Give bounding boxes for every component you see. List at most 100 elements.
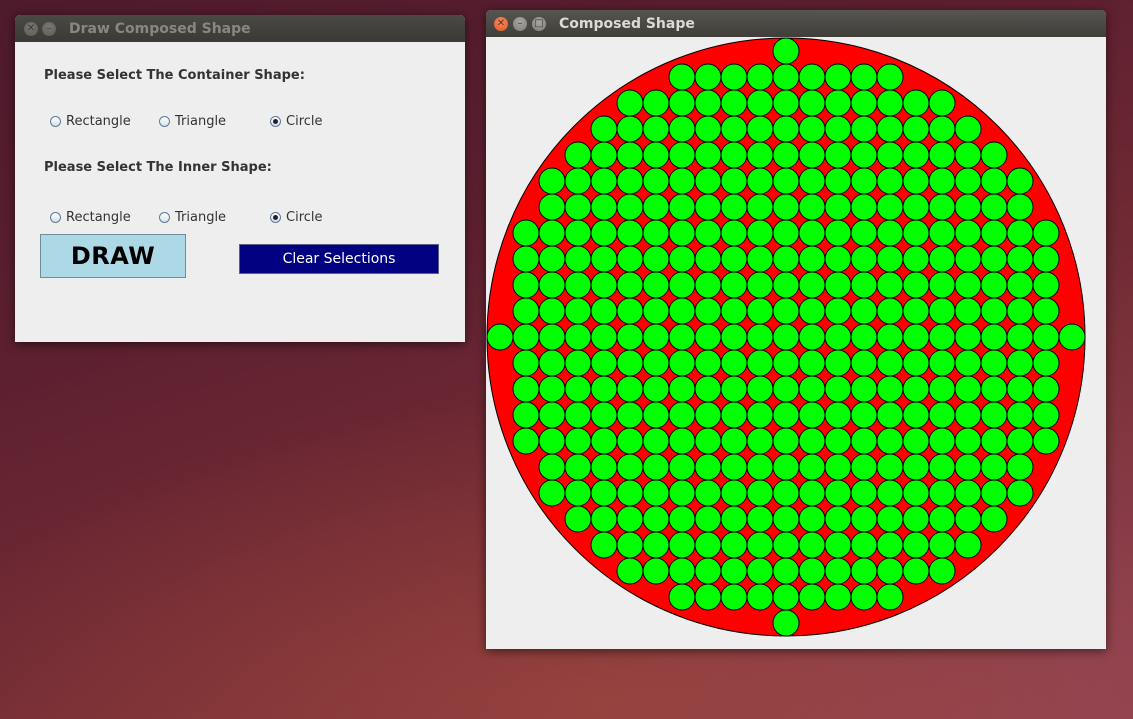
- maximize-icon[interactable]: □: [532, 17, 546, 31]
- inner-circle: [564, 245, 592, 273]
- inner-circle: [720, 323, 748, 351]
- inner-circle: [1032, 271, 1060, 299]
- inner-circle: [616, 89, 644, 117]
- radio-button-icon[interactable]: [159, 116, 170, 127]
- inner-circle: [824, 245, 852, 273]
- inner-circle: [798, 557, 826, 585]
- radio-button-icon[interactable]: [50, 212, 61, 223]
- inner-circle: [1032, 297, 1060, 325]
- inner-circle: [850, 453, 878, 481]
- inner-circle: [876, 453, 904, 481]
- inner-circle: [850, 219, 878, 247]
- inner-circle: [902, 271, 930, 299]
- inner-circle: [564, 349, 592, 377]
- inner-circle: [720, 479, 748, 507]
- inner-circle: [538, 271, 566, 299]
- inner-circle: [694, 557, 722, 585]
- control-window-title: Draw Composed Shape: [69, 21, 251, 37]
- inner-circle: [720, 505, 748, 533]
- inner-radio-rectangle[interactable]: Rectangle: [50, 210, 159, 225]
- radio-button-icon[interactable]: [50, 116, 61, 127]
- container-radio-triangle[interactable]: Triangle: [159, 114, 270, 129]
- inner-circle: [902, 219, 930, 247]
- radio-button-checked-icon[interactable]: [270, 212, 281, 223]
- inner-circle: [798, 375, 826, 403]
- inner-circle: [980, 245, 1008, 273]
- container-radio-circle[interactable]: Circle: [270, 114, 323, 129]
- inner-circle: [746, 219, 774, 247]
- radio-label: Circle: [286, 114, 323, 129]
- close-icon[interactable]: ✕: [24, 22, 38, 36]
- inner-circle: [954, 323, 982, 351]
- inner-circle: [694, 63, 722, 91]
- inner-circle: [798, 141, 826, 169]
- inner-circle: [590, 401, 618, 429]
- minimize-icon[interactable]: –: [42, 22, 56, 36]
- inner-circle: [668, 167, 696, 195]
- inner-circle: [720, 583, 748, 611]
- inner-circle: [616, 505, 644, 533]
- inner-circle: [616, 167, 644, 195]
- inner-circle: [980, 427, 1008, 455]
- inner-circle: [824, 89, 852, 117]
- radio-button-icon[interactable]: [159, 212, 170, 223]
- inner-circle: [694, 167, 722, 195]
- inner-circle: [980, 323, 1008, 351]
- inner-circle: [928, 479, 956, 507]
- inner-circle: [980, 453, 1008, 481]
- inner-circle: [746, 505, 774, 533]
- inner-circle: [564, 297, 592, 325]
- inner-circle: [876, 89, 904, 117]
- inner-circle: [980, 401, 1008, 429]
- inner-circle: [746, 89, 774, 117]
- inner-circle: [538, 427, 566, 455]
- inner-circle: [798, 167, 826, 195]
- inner-circle: [772, 349, 800, 377]
- shape-window-titlebar[interactable]: ✕ – □ Composed Shape: [486, 10, 1106, 37]
- inner-circle: [1032, 375, 1060, 403]
- inner-circle: [928, 245, 956, 273]
- inner-circle: [746, 141, 774, 169]
- inner-circle: [538, 479, 566, 507]
- inner-circle: [564, 427, 592, 455]
- inner-circle: [746, 349, 774, 377]
- inner-radio-circle[interactable]: Circle: [270, 210, 323, 225]
- inner-circle: [564, 479, 592, 507]
- inner-circle: [772, 583, 800, 611]
- inner-circle: [642, 323, 670, 351]
- inner-circle: [512, 349, 540, 377]
- inner-circle: [616, 115, 644, 143]
- minimize-icon[interactable]: –: [513, 17, 527, 31]
- inner-circle: [694, 427, 722, 455]
- inner-circle: [694, 479, 722, 507]
- radio-label: Triangle: [175, 210, 227, 225]
- inner-circle: [746, 557, 774, 585]
- clear-selections-button[interactable]: Clear Selections: [239, 244, 439, 274]
- inner-circle: [954, 427, 982, 455]
- inner-circle: [668, 63, 696, 91]
- close-icon[interactable]: ✕: [494, 17, 508, 31]
- draw-button[interactable]: DRAW: [40, 234, 186, 278]
- inner-circle: [876, 479, 904, 507]
- inner-circle: [668, 219, 696, 247]
- inner-circle: [902, 401, 930, 429]
- inner-circle: [1006, 401, 1034, 429]
- inner-circle: [980, 193, 1008, 221]
- inner-circle: [642, 141, 670, 169]
- inner-circle: [772, 63, 800, 91]
- radio-button-checked-icon[interactable]: [270, 116, 281, 127]
- inner-circle: [928, 453, 956, 481]
- inner-circle: [798, 583, 826, 611]
- container-radio-rectangle[interactable]: Rectangle: [50, 114, 159, 129]
- inner-circle: [1032, 427, 1060, 455]
- control-window-titlebar[interactable]: ✕ – Draw Composed Shape: [15, 15, 465, 42]
- inner-circle: [590, 271, 618, 299]
- inner-circle: [642, 167, 670, 195]
- inner-circle: [876, 349, 904, 377]
- inner-circle: [694, 245, 722, 273]
- inner-circle: [694, 219, 722, 247]
- inner-circle: [746, 479, 774, 507]
- inner-circle: [1006, 453, 1034, 481]
- inner-radio-triangle[interactable]: Triangle: [159, 210, 270, 225]
- inner-circle: [590, 141, 618, 169]
